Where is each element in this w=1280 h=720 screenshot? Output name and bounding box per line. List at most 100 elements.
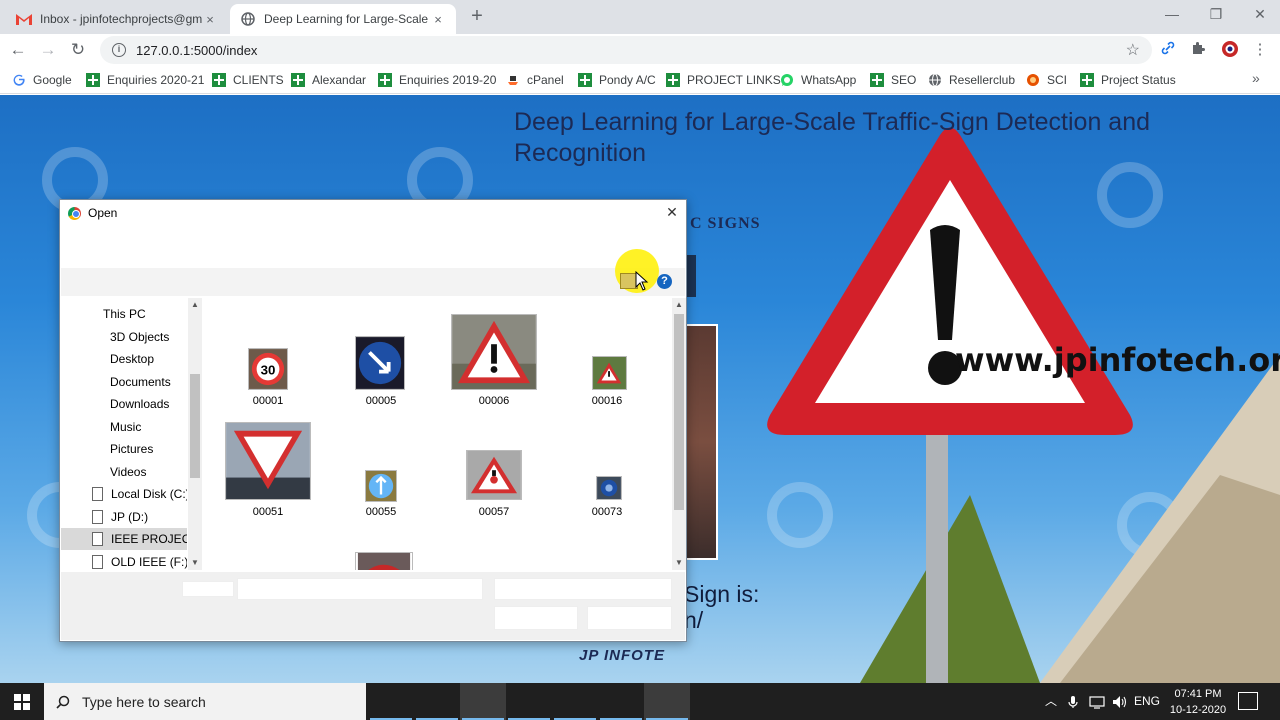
- file-item-00005[interactable]: 00005: [331, 318, 431, 413]
- clock-date: 10-12-2020: [1169, 704, 1227, 716]
- bookmark-project-links[interactable]: PROJECT LINKS: [666, 71, 781, 89]
- network-icon[interactable]: [1086, 683, 1108, 720]
- globe-icon: [240, 11, 256, 27]
- link-extension-icon[interactable]: [1158, 40, 1178, 60]
- bookmark-sci[interactable]: SCI: [1026, 71, 1067, 89]
- nav-item-documents[interactable]: Documents: [61, 371, 187, 393]
- taskbar-clock[interactable]: 07:41 PM 10-12-2020: [1164, 686, 1232, 718]
- bookmarks-overflow-icon[interactable]: »: [1252, 70, 1260, 86]
- volume-icon[interactable]: [1110, 683, 1130, 720]
- taskbar-app-5[interactable]: [552, 683, 598, 720]
- tab-close-icon[interactable]: ×: [430, 12, 446, 27]
- nav-item-downloads[interactable]: Downloads: [61, 393, 187, 415]
- file-item-partial[interactable]: [331, 528, 431, 570]
- keep-left-sign-thumbnail: [355, 336, 405, 390]
- file-list: 30 00001 00005 00006 00016 00051 00055 0…: [203, 298, 671, 570]
- start-button[interactable]: [0, 683, 44, 720]
- sci-icon: [1026, 73, 1040, 87]
- show-hidden-icons-icon[interactable]: ︿: [1042, 683, 1060, 720]
- bookmark-enquiries-2019-20[interactable]: Enquiries 2019-20: [378, 71, 496, 89]
- bookmark-clients[interactable]: CLIENTS: [212, 71, 284, 89]
- nav-item-pictures[interactable]: Pictures: [61, 438, 187, 460]
- nav-item-old-ieee-f[interactable]: OLD IEEE (F:): [61, 551, 187, 573]
- logo-text: JP INFOTE: [579, 647, 665, 664]
- file-item-00051[interactable]: 00051: [218, 422, 318, 518]
- nav-scrollbar-thumb[interactable]: [190, 374, 200, 478]
- url-text: 127.0.0.1:5000/index: [136, 42, 258, 58]
- back-button[interactable]: ←: [6, 38, 30, 62]
- scroll-down-icon[interactable]: ▼: [672, 558, 686, 567]
- scroll-down-icon[interactable]: ▼: [188, 558, 202, 567]
- close-window-button[interactable]: ✕: [1238, 0, 1280, 30]
- open-button[interactable]: [494, 606, 578, 630]
- open-file-dialog: Open ✕ ? This PC 3D Objects Desktop Docu…: [59, 199, 687, 642]
- microphone-icon[interactable]: [1064, 683, 1082, 720]
- section-heading-fragment: C SIGNS: [690, 215, 761, 232]
- file-item-00006[interactable]: 00006: [444, 314, 544, 413]
- new-tab-button[interactable]: +: [466, 5, 488, 27]
- gmail-icon: [16, 11, 32, 27]
- file-type-select[interactable]: [494, 578, 672, 600]
- taskbar-app-1[interactable]: [368, 683, 414, 720]
- bookmark-enquiries-2020-21[interactable]: Enquiries 2020-21: [86, 71, 204, 89]
- chrome-menu-icon[interactable]: ⋮: [1250, 40, 1270, 60]
- scroll-up-icon[interactable]: ▲: [188, 300, 202, 309]
- site-info-icon[interactable]: i: [112, 43, 126, 57]
- profile-avatar-icon[interactable]: [1220, 40, 1240, 60]
- help-button[interactable]: ?: [657, 274, 672, 289]
- extensions-puzzle-icon[interactable]: [1188, 40, 1208, 60]
- file-name-input[interactable]: [237, 578, 483, 600]
- bookmark-seo[interactable]: SEO: [870, 71, 916, 89]
- nav-item-ieee-projects-e[interactable]: IEEE PROJECTS (E:): [61, 528, 187, 550]
- bookmark-star-icon[interactable]: ☆: [1126, 40, 1140, 60]
- taskbar-app-6[interactable]: [598, 683, 644, 720]
- minimize-button[interactable]: —: [1150, 0, 1194, 30]
- reload-button[interactable]: ↻: [66, 38, 90, 62]
- taskbar-search-box[interactable]: Type here to search: [44, 683, 366, 720]
- file-list-scrollbar-thumb[interactable]: [674, 314, 684, 510]
- sheets-icon: [870, 73, 884, 87]
- svg-text:30: 30: [261, 363, 276, 378]
- bookmark-alexandar[interactable]: Alexandar: [291, 71, 366, 89]
- taskbar-app-2[interactable]: [414, 683, 460, 720]
- drive-icon: [92, 487, 103, 501]
- taskbar-app-7[interactable]: [644, 683, 690, 720]
- taskbar-app-3[interactable]: [460, 683, 506, 720]
- drive-icon: [92, 510, 103, 524]
- tab-deep-learning[interactable]: Deep Learning for Large-Scale Traffic ×: [230, 4, 456, 34]
- nav-scrollbar[interactable]: ▲ ▼: [188, 298, 202, 570]
- nav-item-3d-objects[interactable]: 3D Objects: [61, 326, 187, 348]
- bookmark-cpanel[interactable]: cPanel: [506, 71, 564, 89]
- taskbar-app-4[interactable]: [506, 683, 552, 720]
- input-language-indicator[interactable]: ENG: [1134, 683, 1160, 720]
- dialog-close-button[interactable]: ✕: [664, 204, 680, 221]
- forward-button[interactable]: →: [36, 38, 60, 62]
- bookmark-pondy-ac[interactable]: Pondy A/C: [578, 71, 656, 89]
- maximize-button[interactable]: ❐: [1194, 0, 1238, 30]
- file-item-00057[interactable]: 00057: [444, 423, 544, 518]
- file-item-00055[interactable]: 00055: [331, 423, 431, 518]
- address-bar[interactable]: i 127.0.0.1:5000/index ☆: [100, 36, 1152, 64]
- bookmark-resellerclub[interactable]: Resellerclub: [928, 71, 1015, 89]
- tab-gmail-inbox[interactable]: Inbox - jpinfotechprojects@gmail.com ×: [6, 4, 228, 34]
- bookmark-whatsapp[interactable]: WhatsApp: [780, 71, 856, 89]
- scroll-up-icon[interactable]: ▲: [672, 300, 686, 309]
- nav-item-jp-d[interactable]: JP (D:): [61, 506, 187, 528]
- cancel-button[interactable]: [587, 606, 672, 630]
- bookmark-project-status[interactable]: Project Status: [1080, 71, 1176, 89]
- file-item-00016[interactable]: 00016: [557, 318, 657, 413]
- sheets-icon: [1080, 73, 1094, 87]
- notifications-icon[interactable]: [1238, 692, 1258, 710]
- file-item-00001[interactable]: 30 00001: [218, 318, 318, 413]
- windows-taskbar: Type here to search ︿ ENG 07:41 PM 10-12…: [0, 683, 1280, 720]
- tab-close-icon[interactable]: ×: [202, 12, 218, 27]
- nav-item-desktop[interactable]: Desktop: [61, 348, 187, 370]
- nav-item-this-pc[interactable]: This PC: [61, 303, 187, 325]
- bookmark-google[interactable]: Google: [12, 71, 72, 89]
- nav-item-music[interactable]: Music: [61, 416, 187, 438]
- nav-item-local-disk-c[interactable]: Local Disk (C:): [61, 483, 187, 505]
- file-item-00073[interactable]: 00073: [557, 423, 657, 518]
- file-list-scrollbar[interactable]: ▲ ▼: [672, 298, 686, 570]
- sheets-icon: [86, 73, 100, 87]
- nav-item-videos[interactable]: Videos: [61, 461, 187, 483]
